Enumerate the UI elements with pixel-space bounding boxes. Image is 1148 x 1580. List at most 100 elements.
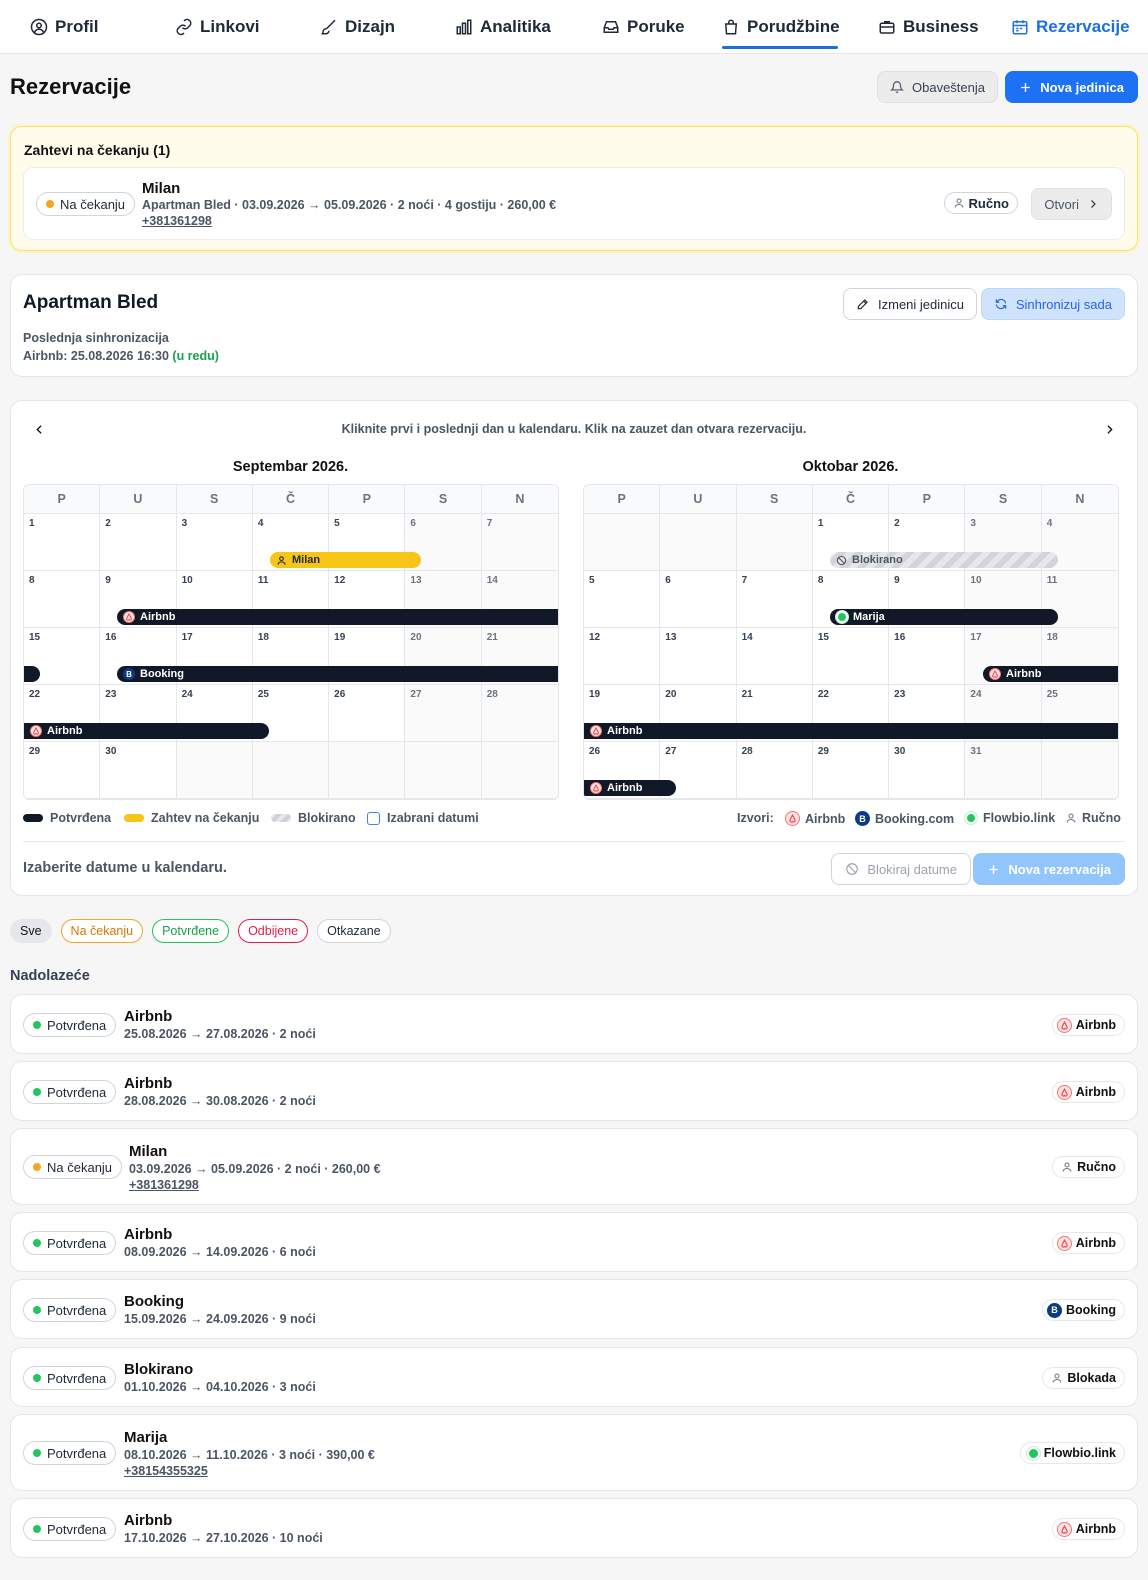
legend-swatch (271, 814, 291, 822)
legend-label: Izabrani datumi (387, 811, 479, 825)
list-item[interactable]: Potvrđena Marija 08.10.2026 → 11.10.2026… (10, 1414, 1138, 1491)
new-unit-button[interactable]: Nova jedinica (1005, 71, 1138, 103)
day-cell[interactable]: 30 (100, 742, 177, 799)
bar-chart-icon (456, 19, 472, 34)
booking-bar-airbnb[interactable]: Airbnb (584, 780, 676, 796)
booking-bar-airbnb[interactable]: Airbnb (24, 723, 269, 739)
booking-bar-marija[interactable]: Marija (830, 609, 1058, 625)
day-cell[interactable]: 7 (481, 514, 558, 571)
day-cell[interactable]: 15 (812, 628, 890, 685)
list-item[interactable]: Potvrđena Airbnb 25.08.2026 → 27.08.2026… (10, 994, 1138, 1054)
list-item[interactable]: Potvrđena Blokirano 01.10.2026 → 04.10.2… (10, 1347, 1138, 1407)
source-badge: Blokada (1042, 1367, 1125, 1389)
tab-analitika[interactable]: Analitika (455, 0, 602, 53)
day-cell[interactable]: 16 (889, 628, 966, 685)
filter-cancelled[interactable]: Otkazane (317, 919, 391, 943)
list-item[interactable]: Potvrđena Airbnb 17.10.2026 → 27.10.2026… (10, 1498, 1138, 1558)
booking-bar-milan[interactable]: Milan (270, 552, 421, 568)
list-item[interactable]: Potvrđena Airbnb 08.09.2026 → 14.09.2026… (10, 1212, 1138, 1272)
guest-phone[interactable]: +381361298 (142, 214, 212, 228)
day-cell[interactable]: 28 (481, 685, 558, 742)
day-cell[interactable]: 31 (965, 742, 1042, 799)
tab-linkovi[interactable]: Linkovi (175, 0, 320, 53)
day-cell[interactable]: 6 (660, 571, 737, 628)
airbnb-icon (1056, 1017, 1072, 1033)
day-cell[interactable]: 5 (584, 571, 661, 628)
legend-blocked: Blokirano (271, 811, 356, 825)
weekday-label: U (100, 485, 177, 513)
day-cell[interactable]: 30 (889, 742, 966, 799)
next-month-button[interactable] (1099, 419, 1119, 439)
new-reservation-button[interactable]: Nova rezervacija (973, 853, 1125, 885)
list-item[interactable]: Potvrđena Booking 15.09.2026 → 24.09.202… (10, 1279, 1138, 1339)
status-badge: Potvrđena (23, 1517, 117, 1541)
day-cell[interactable]: 1 (24, 514, 101, 571)
notifications-button[interactable]: Obaveštenja (877, 71, 998, 103)
source-label: Airbnb (1075, 1018, 1116, 1032)
booking-bar-airbnb[interactable]: Airbnb (983, 666, 1118, 682)
block-dates-button[interactable]: Blokiraj datume (831, 853, 971, 885)
pending-request-item[interactable]: Na čekanju Milan Apartman Bled · 03.09.2… (23, 167, 1125, 240)
booking-bar-airbnb[interactable]: Airbnb (584, 723, 1118, 739)
source-badge: Ručno (943, 192, 1018, 214)
day-cell[interactable]: 12 (584, 628, 661, 685)
filter-pending[interactable]: Na čekanju (60, 919, 144, 943)
tab-profil[interactable]: Profil (30, 0, 175, 53)
day-cell[interactable]: 2 (100, 514, 177, 571)
filter-all[interactable]: Sve (10, 919, 52, 943)
weekday-label: P (329, 485, 406, 513)
day-cell[interactable]: 8 (24, 571, 101, 628)
filter-confirmed[interactable]: Potvrđene (152, 919, 230, 943)
source-badge: Flowbio.link (1019, 1442, 1125, 1464)
calendar-hint: Kliknite prvi i poslednji dan u kalendar… (341, 422, 807, 436)
day-cell[interactable]: 28 (736, 742, 813, 799)
list-item[interactable]: Potvrđena Airbnb 28.08.2026 → 30.08.2026… (10, 1061, 1138, 1121)
unit-card: Apartman Bled Izmeni jedinicu Sinhronizu… (10, 274, 1138, 377)
source-booking: B Booking.com (855, 811, 954, 826)
booking-bar-airbnb-end[interactable] (24, 666, 40, 682)
user-icon (30, 18, 48, 35)
sources-label: Izvori: (737, 811, 774, 825)
source-badge: Airbnb (1051, 1518, 1125, 1540)
notifications-label: Obaveštenja (912, 79, 985, 95)
filter-rejected[interactable]: Odbijene (238, 919, 309, 943)
day-cell[interactable]: 26 (329, 685, 406, 742)
day-cell[interactable]: 27 (405, 685, 482, 742)
day-cell[interactable]: 3 (176, 514, 253, 571)
item-name: Milan (129, 1143, 168, 1160)
page-header: Rezervacije Obaveštenja Nova jedinica (10, 70, 1138, 104)
weekday-label: N (515, 492, 525, 506)
tab-business[interactable]: Business (878, 0, 1011, 53)
active-underline (722, 46, 838, 49)
day-cell[interactable]: 13 (660, 628, 737, 685)
airbnb-icon (30, 725, 42, 737)
sync-now-button[interactable]: Sinhronizuj sada (980, 288, 1125, 320)
upcoming-title: Nadolazeće (10, 968, 90, 984)
tab-poruke[interactable]: Poruke (602, 0, 722, 53)
tab-label: Analitika (480, 16, 551, 36)
item-phone[interactable]: +381361298 (129, 1178, 199, 1192)
tab-rezervacije[interactable]: Rezervacije (1011, 0, 1131, 53)
list-item[interactable]: Na čekanju Milan 03.09.2026 → 05.09.2026… (10, 1128, 1138, 1205)
item-phone[interactable]: +38154355325 (124, 1464, 208, 1478)
open-request-button[interactable]: Otvori (1031, 188, 1112, 220)
day-cells: 1 2 3 4 5 6 7 8 9 10 11 12 13 14 15 16 17 18 19 20 21 22 23 24 2… (24, 514, 558, 799)
sources-title: Izvori: (737, 811, 774, 825)
tab-porudzbine[interactable]: Porudžbine (722, 0, 878, 53)
weekday-label: U (660, 485, 737, 513)
day-cell[interactable]: 29 (812, 742, 890, 799)
day-cell[interactable]: 29 (24, 742, 101, 799)
chevron-right-icon (1091, 200, 1096, 208)
day-cell[interactable]: 14 (736, 628, 813, 685)
edit-unit-button[interactable]: Izmeni jedinicu (843, 288, 977, 320)
booking-bar-booking[interactable]: B Booking (117, 666, 558, 682)
tab-dizajn[interactable]: Dizajn (320, 0, 455, 53)
booking-bar-blocked[interactable]: Blokirano (830, 552, 1058, 568)
day-cell[interactable]: 7 (736, 571, 813, 628)
booking-bar-airbnb[interactable]: Airbnb (117, 609, 558, 625)
tab-label: Poruke (627, 16, 685, 36)
status-badge: Potvrđena (23, 1013, 117, 1037)
edit-unit-label: Izmeni jedinicu (878, 296, 964, 312)
status-dot (33, 1239, 41, 1247)
brush-icon (321, 19, 336, 34)
